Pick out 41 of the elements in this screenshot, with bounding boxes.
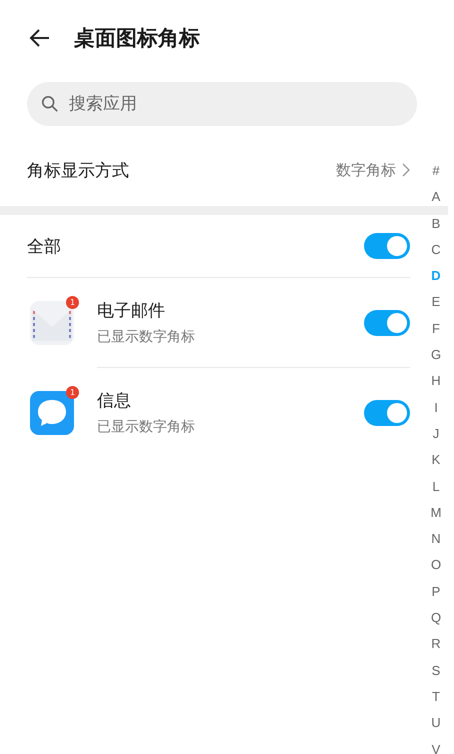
index-letter[interactable]: C	[428, 236, 444, 264]
all-label: 全部	[27, 236, 62, 258]
index-letter[interactable]: G	[428, 342, 444, 368]
index-letter[interactable]: R	[428, 631, 444, 658]
notification-badge: 1	[66, 386, 79, 398]
app-name: 信息	[97, 390, 132, 412]
search-icon	[41, 95, 59, 113]
index-letter[interactable]: P	[428, 578, 444, 606]
index-letter[interactable]: B	[428, 210, 444, 237]
setting-label: 角标显示方式	[27, 160, 130, 182]
index-letter[interactable]: K	[428, 447, 444, 474]
notification-badge: 1	[66, 296, 79, 308]
index-letter[interactable]: N	[428, 526, 444, 552]
index-letter[interactable]: E	[428, 289, 444, 316]
search-field[interactable]: 搜索应用	[67, 93, 403, 115]
index-letter[interactable]: U	[428, 710, 444, 737]
toggle-switch[interactable]	[364, 310, 410, 336]
search-bar[interactable]: 搜索应用	[27, 82, 417, 126]
app-status: 已显示数字角标	[97, 418, 196, 436]
chat-bubble-icon	[30, 390, 74, 434]
index-letter[interactable]: S	[428, 658, 444, 684]
index-letter[interactable]: T	[428, 684, 444, 710]
envelope-icon	[30, 300, 74, 344]
index-letter[interactable]: #	[428, 158, 444, 184]
chevron-icon	[402, 163, 410, 177]
index-letter[interactable]: Q	[428, 605, 444, 632]
app-name: 电子邮件	[97, 300, 166, 322]
setting-value[interactable]: 数字角标	[336, 160, 396, 180]
index-letter[interactable]: M	[428, 500, 444, 526]
toggle-switch[interactable]	[364, 233, 410, 259]
page-title: 桌面图标角标	[74, 25, 200, 52]
toggle-switch[interactable]	[364, 400, 410, 426]
index-letter[interactable]: A	[428, 184, 444, 211]
index-letter[interactable]: I	[428, 394, 444, 421]
index-letter[interactable]: F	[428, 316, 444, 342]
index-letter[interactable]: H	[428, 368, 444, 395]
index-letter[interactable]: J	[428, 420, 444, 448]
index-letter[interactable]: L	[428, 474, 444, 500]
index-letter[interactable]: V	[428, 736, 444, 754]
index-letter[interactable]: O	[428, 552, 444, 579]
app-status: 已显示数字角标	[97, 328, 196, 346]
